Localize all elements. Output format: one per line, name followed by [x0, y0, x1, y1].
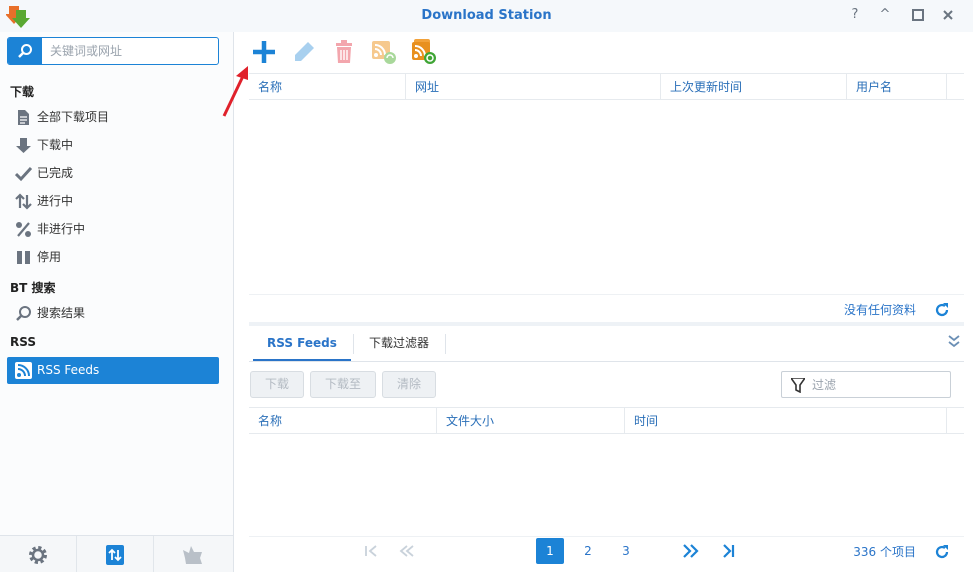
next-page-button[interactable]: [677, 538, 705, 564]
feeds-status-bar: 没有任何资料: [249, 294, 964, 322]
first-page-button[interactable]: [357, 538, 385, 564]
close-button[interactable]: [939, 6, 957, 24]
edit-button[interactable]: [290, 38, 318, 66]
sidebar-item-label: 下载中: [37, 138, 74, 152]
sidebar-item-search-results[interactable]: 搜索结果: [7, 300, 219, 327]
window-title: Download Station: [421, 8, 552, 23]
minimize-button[interactable]: ^: [876, 6, 894, 24]
delete-icon: [330, 40, 358, 69]
sidebar-item-active[interactable]: 进行中: [7, 188, 219, 215]
column-header-file-size[interactable]: 文件大小: [437, 408, 625, 434]
panel-splitter[interactable]: [249, 322, 964, 326]
search-box: [7, 37, 219, 65]
title-bar: Download Station ? ^: [0, 0, 973, 32]
rss-update-all-button[interactable]: [410, 38, 438, 66]
add-icon: [250, 41, 278, 69]
sidebar-item-completed[interactable]: 已完成: [7, 160, 219, 187]
search-icon[interactable]: [8, 38, 42, 64]
sidebar-item-rss-feeds[interactable]: RSS Feeds: [7, 357, 219, 384]
checkmark-icon: [14, 165, 33, 182]
column-header-item-name[interactable]: 名称: [249, 408, 437, 434]
column-header-username[interactable]: 用户名: [847, 74, 947, 100]
help-button[interactable]: ?: [846, 6, 864, 24]
edit-icon: [290, 42, 318, 69]
rss-refresh-icon: [370, 41, 398, 69]
section-download: 下载: [10, 85, 35, 99]
no-data-label: 没有任何资料: [843, 303, 916, 317]
page-3-button[interactable]: 3: [612, 538, 640, 564]
filter-box: [781, 371, 951, 398]
search-input[interactable]: [50, 41, 210, 61]
maximize-button[interactable]: [909, 6, 927, 24]
refresh-icon[interactable]: [934, 302, 950, 318]
up-down-arrows-icon: [15, 193, 32, 210]
item-count-label: 336 个项目: [853, 545, 916, 559]
tab-divider: [445, 334, 446, 354]
document-icon: [15, 109, 32, 126]
sidebar-item-inactive[interactable]: 非进行中: [7, 216, 219, 243]
feeds-grid-header: 名称 网址 上次更新时间 用户名: [249, 73, 964, 100]
last-page-button[interactable]: [715, 538, 743, 564]
page-2-button[interactable]: 2: [574, 538, 602, 564]
chevron-double-down-icon[interactable]: [946, 333, 962, 349]
add-button[interactable]: [250, 38, 278, 66]
column-header-time[interactable]: 时间: [625, 408, 947, 434]
column-header-name[interactable]: 名称: [249, 74, 406, 100]
bottom-tabs: RSS Feeds 下载过滤器: [249, 330, 964, 362]
items-grid-header: 名称 文件大小 时间: [249, 407, 964, 434]
sidebar-item-label: 全部下载项目: [37, 110, 110, 124]
annotation-arrow-icon: [222, 66, 248, 117]
sidebar-item-all-downloads[interactable]: 全部下载项目: [7, 104, 219, 131]
page-1-button[interactable]: 1: [536, 538, 564, 564]
sidebar-item-label: 非进行中: [37, 222, 86, 236]
sidebar-item-label: 已完成: [37, 166, 74, 180]
tab-download-filter[interactable]: 下载过滤器: [355, 330, 443, 361]
download-to-button[interactable]: 下载至: [310, 371, 376, 398]
sidebar-item-downloading[interactable]: 下载中: [7, 132, 219, 159]
pause-icon: [15, 249, 32, 266]
rss-refresh-button[interactable]: [370, 38, 398, 66]
sidebar-item-stopped[interactable]: 停用: [7, 244, 219, 271]
column-header-url[interactable]: 网址: [406, 74, 661, 100]
sidebar-item-label: 停用: [37, 250, 62, 264]
sidebar-item-label: 进行中: [37, 194, 74, 208]
transfer-button[interactable]: [77, 536, 154, 572]
filter-input[interactable]: [812, 376, 942, 394]
refresh-icon[interactable]: [934, 544, 950, 560]
rss-update-all-icon: [410, 39, 438, 69]
previous-page-button[interactable]: [393, 538, 421, 564]
delete-button[interactable]: [330, 38, 358, 66]
download-station-window: Download Station ? ^ 下载 全部下载项目: [0, 0, 973, 572]
tab-divider: [353, 334, 354, 354]
clear-button[interactable]: 清除: [382, 371, 436, 398]
rss-icon: [15, 362, 32, 379]
column-header-last-updated[interactable]: 上次更新时间: [661, 74, 847, 100]
sidebar: 下载 全部下载项目 下载中 已完成 进行中: [0, 32, 234, 572]
tab-rss-feeds[interactable]: RSS Feeds: [253, 330, 351, 361]
emule-button[interactable]: [154, 536, 231, 572]
arrow-down-icon: [15, 137, 32, 154]
download-button[interactable]: 下载: [250, 371, 304, 398]
sidebar-item-label: RSS Feeds: [37, 363, 100, 377]
settings-button[interactable]: [0, 536, 77, 572]
percent-icon: [15, 221, 32, 238]
sidebar-footer: [0, 535, 233, 572]
search-icon: [15, 305, 32, 322]
section-rss: RSS: [10, 335, 36, 349]
section-bt-search: BT 搜索: [10, 281, 56, 295]
sidebar-item-label: 搜索结果: [37, 306, 86, 320]
pagination-bar: 1 2 3 336 个项目: [249, 536, 964, 566]
